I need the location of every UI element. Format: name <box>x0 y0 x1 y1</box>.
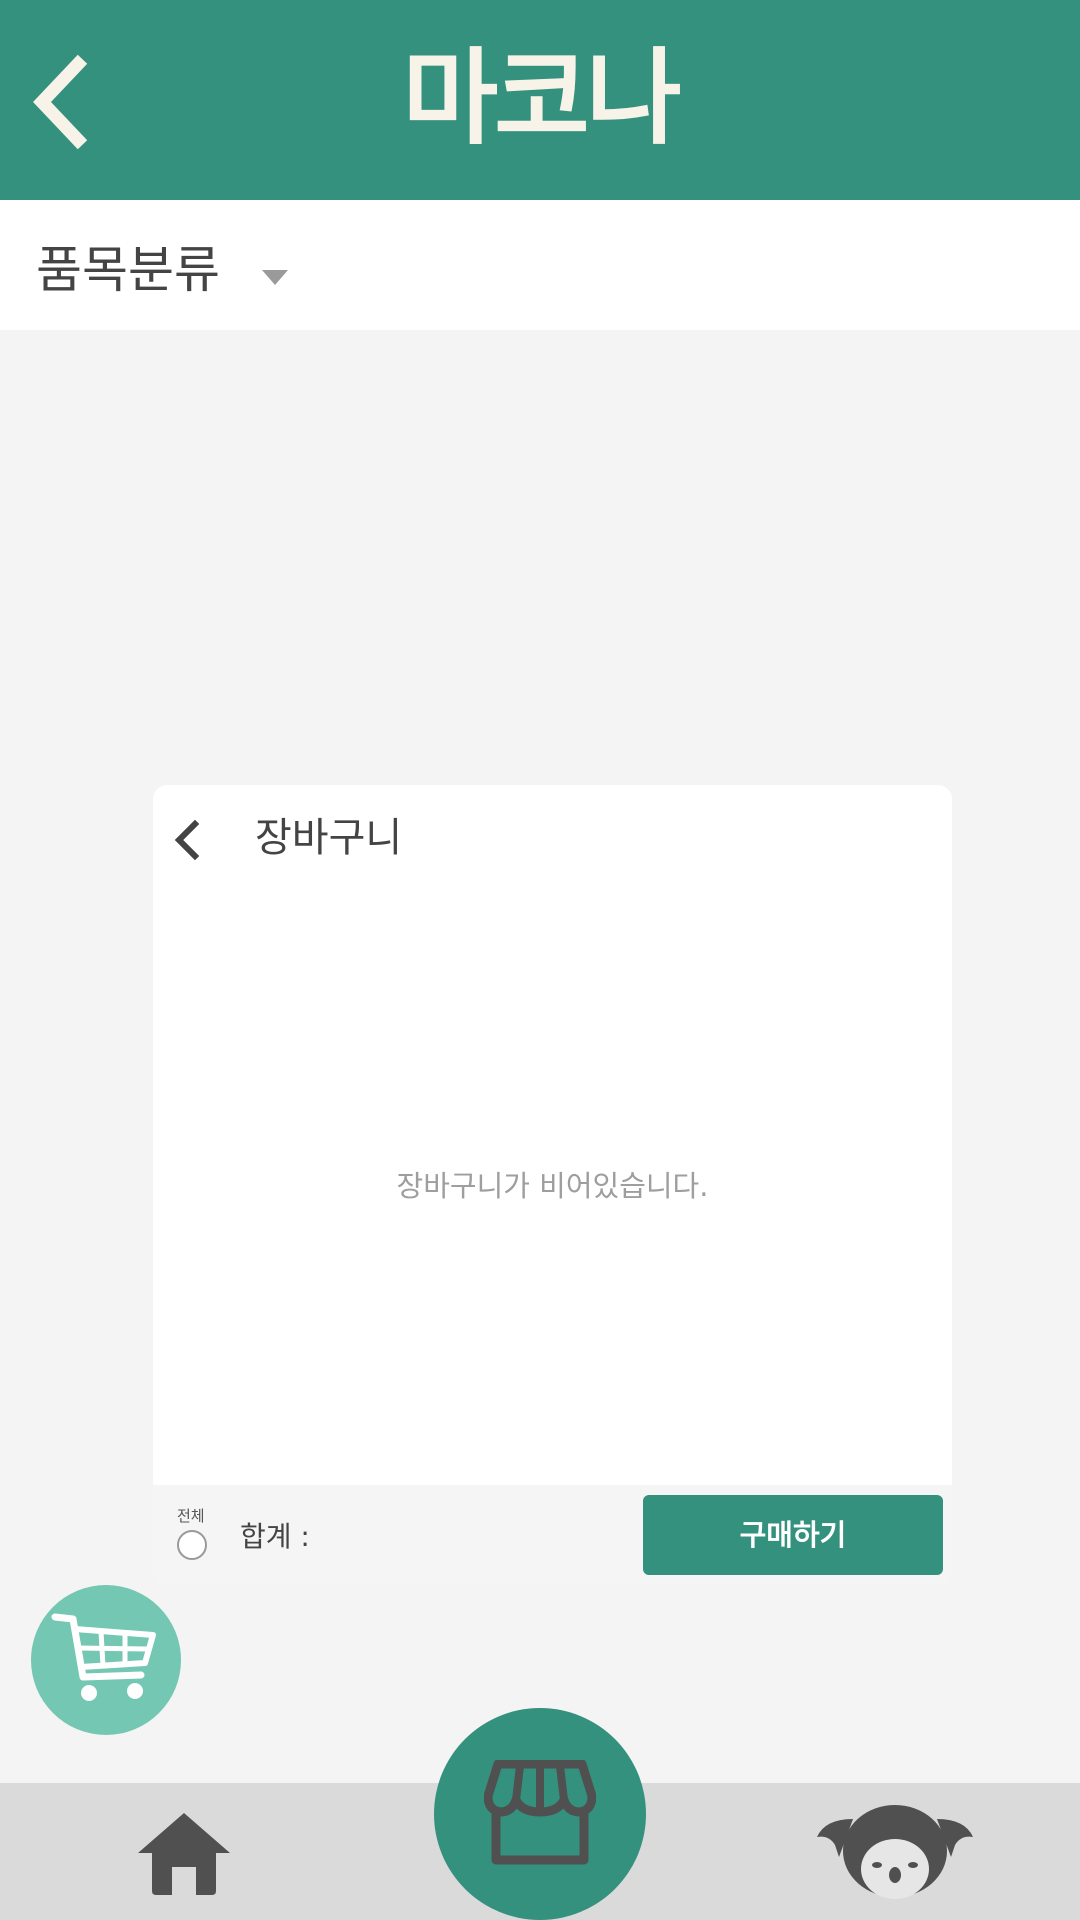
koala-icon <box>817 1805 973 1899</box>
category-label: 품목분류 <box>36 241 220 299</box>
nav-profile-button[interactable] <box>815 1805 975 1905</box>
nav-home-button[interactable] <box>136 1811 232 1895</box>
cart-footer: 전체 합계 : 구매하기 <box>153 1485 952 1585</box>
cart-fab-button[interactable] <box>31 1585 181 1735</box>
app-title: 마코나 <box>402 37 681 159</box>
buy-button[interactable]: 구매하기 <box>643 1495 943 1575</box>
cart-back-button[interactable] <box>167 810 207 870</box>
store-icon <box>484 1760 596 1865</box>
select-all-radio[interactable] <box>177 1530 207 1560</box>
chevron-left-icon <box>174 819 200 861</box>
caret-down-icon <box>262 270 288 285</box>
nav-store-button[interactable] <box>434 1708 646 1920</box>
category-dropdown[interactable]: 품목분류 <box>0 200 1080 330</box>
total-label: 합계 : <box>240 1520 310 1553</box>
select-all-label: 전체 <box>177 1507 205 1525</box>
cart-empty-message: 장바구니가 비어있습니다. <box>396 1169 709 1203</box>
app-header: 마코나 <box>0 0 1080 200</box>
cart-panel: 장바구니 장바구니가 비어있습니다. 전체 합계 : 구매하기 <box>153 785 952 1585</box>
cart-title: 장바구니 <box>255 815 403 861</box>
shopping-cart-icon <box>51 1613 156 1701</box>
home-icon <box>138 1813 230 1895</box>
